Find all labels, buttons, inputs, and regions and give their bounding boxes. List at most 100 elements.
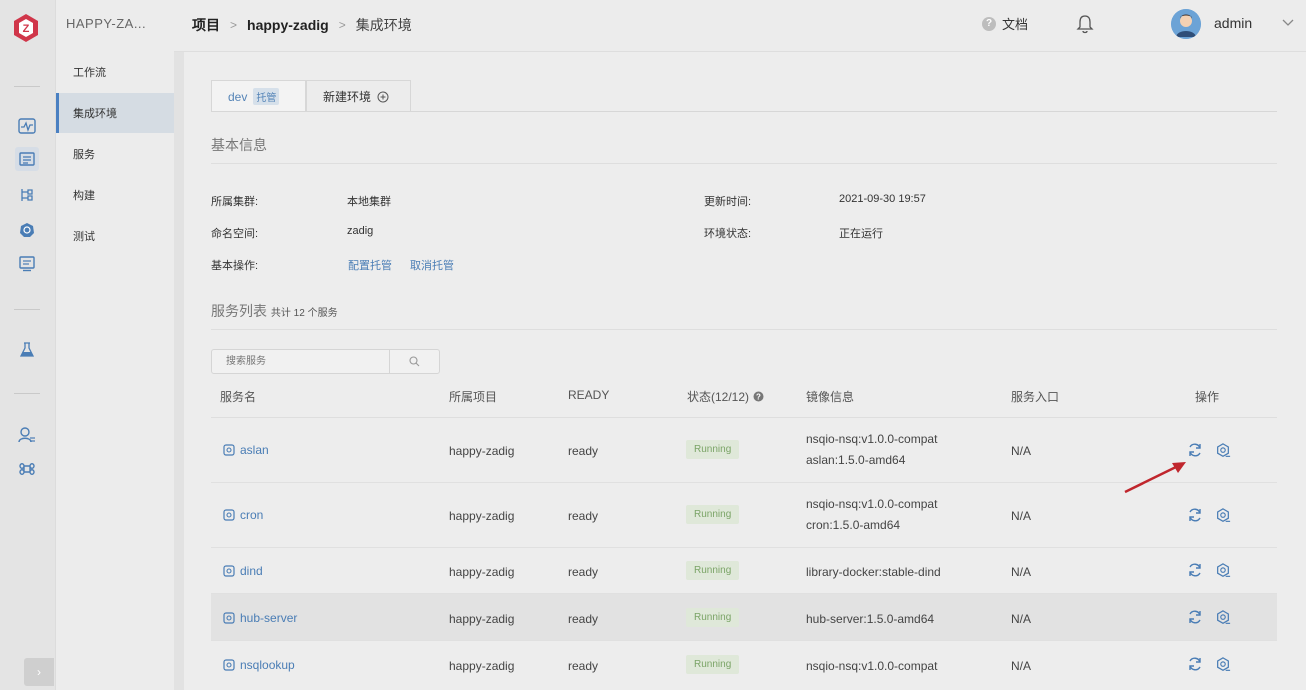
service-link[interactable]: nsqlookup — [223, 658, 295, 672]
rail-divider — [14, 393, 40, 394]
cluster-value: 本地集群 — [347, 196, 391, 208]
section-divider — [211, 329, 1277, 330]
service-link[interactable]: hub-server — [223, 611, 297, 625]
subnav-scrollbar[interactable] — [174, 52, 184, 690]
expand-sidebar-button[interactable]: › — [24, 658, 54, 686]
search-button[interactable] — [389, 350, 439, 373]
ready-cell: ready — [568, 612, 599, 626]
service-link[interactable]: dind — [223, 564, 263, 578]
service-count: 共计 12 个服务 — [270, 308, 338, 319]
gear-settings-icon[interactable] — [1215, 507, 1231, 523]
restart-icon[interactable] — [1187, 507, 1203, 523]
avatar[interactable] — [1171, 9, 1201, 39]
row-actions — [1187, 562, 1231, 578]
gear-settings-icon[interactable] — [1215, 442, 1231, 458]
status-badge: Running — [686, 655, 740, 674]
service-link[interactable]: cron — [223, 508, 263, 522]
kubernetes-icon[interactable] — [15, 218, 39, 242]
rail-divider — [14, 86, 40, 87]
subnav-label: 工作流 — [73, 67, 106, 79]
gear-settings-icon[interactable] — [1215, 609, 1231, 625]
zadig-logo-icon[interactable]: Z — [10, 12, 42, 44]
image-line: aslan:1.5.0-amd64 — [806, 453, 906, 467]
service-icon — [223, 444, 235, 456]
project-cell: happy-zadig — [449, 612, 515, 626]
ready-cell: ready — [568, 509, 599, 523]
image-line: nsqio-nsq:v1.0.0-compat — [806, 497, 938, 511]
subnav-item-workflow[interactable]: 工作流 — [56, 52, 174, 92]
subnav-item-service[interactable]: 服务 — [56, 134, 174, 174]
gear-settings-icon[interactable] — [1215, 562, 1231, 578]
status-badge: Running — [686, 561, 740, 580]
subnav-item-build[interactable]: 构建 — [56, 175, 174, 215]
image-line: nsqio-nsq:v1.0.0-compat — [806, 432, 938, 446]
user-manage-icon[interactable] — [15, 423, 39, 447]
breadcrumb: 项目 > happy-zadig > 集成环境 — [192, 15, 412, 35]
col-entry: 服务入口 — [1011, 390, 1060, 404]
configure-hosting-link[interactable]: 配置托管 — [348, 257, 392, 273]
cancel-hosting-link[interactable]: 取消托管 — [410, 257, 454, 273]
ops-label: 基本操作: — [211, 260, 259, 272]
env-status-label: 环境状态: — [704, 228, 752, 240]
basic-info-title: 基本信息 — [211, 137, 267, 153]
svg-text:?: ? — [756, 392, 761, 401]
service-icon — [223, 612, 235, 624]
templates-icon[interactable] — [15, 183, 39, 207]
projects-icon[interactable] — [15, 147, 39, 171]
search-icon — [409, 356, 420, 367]
delivery-icon[interactable] — [15, 252, 39, 276]
subnav-item-environment[interactable]: 集成环境 — [56, 93, 174, 133]
table-row: cron happy-zadig ready Running nsqio-nsq… — [211, 483, 1277, 548]
breadcrumb-separator: > — [230, 18, 238, 32]
service-icon — [223, 565, 235, 577]
search-input[interactable] — [212, 350, 389, 373]
restart-icon[interactable] — [1187, 656, 1203, 672]
image-cell: nsqio-nsq:v1.0.0-compat aslan:1.5.0-amd6… — [806, 429, 937, 471]
docs-link[interactable]: ? 文档 — [982, 14, 1028, 33]
entry-cell: N/A — [1011, 509, 1032, 523]
annotation-arrow-icon — [1124, 462, 1186, 494]
gear-settings-icon[interactable] — [1215, 656, 1231, 672]
env-tabs: dev 托管 新建环境 — [211, 80, 411, 112]
service-icon — [223, 509, 235, 521]
dashboard-icon[interactable] — [15, 114, 39, 138]
test-flask-icon[interactable] — [15, 338, 39, 362]
hosted-tag: 托管 — [253, 88, 280, 105]
plugin-command-icon[interactable] — [15, 457, 39, 481]
tab-new-environment[interactable]: 新建环境 — [306, 80, 411, 112]
breadcrumb-project[interactable]: happy-zadig — [247, 17, 329, 33]
tab-label: dev — [228, 89, 248, 104]
service-name: hub-server — [240, 611, 298, 625]
breadcrumb-projects[interactable]: 项目 — [192, 15, 220, 35]
service-icon — [223, 659, 235, 671]
image-line: cron:1.5.0-amd64 — [806, 518, 901, 532]
tab-dev[interactable]: dev 托管 — [211, 80, 306, 112]
image-cell: nsqio-nsq:v1.0.0-compat — [806, 659, 938, 673]
service-search — [211, 349, 440, 374]
chevron-right-icon: › — [37, 665, 41, 679]
help-icon: ? — [982, 16, 996, 31]
restart-icon[interactable] — [1187, 442, 1203, 458]
table-row: aslan happy-zadig ready Running nsqio-ns… — [211, 418, 1277, 483]
rail-divider — [14, 309, 40, 310]
chevron-down-icon[interactable] — [1282, 16, 1294, 30]
username[interactable]: admin — [1214, 15, 1252, 31]
status-badge: Running — [686, 440, 740, 459]
col-status: 状态(12/12) ? — [687, 388, 764, 405]
breadcrumb-separator: > — [338, 18, 346, 32]
restart-icon[interactable] — [1187, 609, 1203, 625]
bell-icon[interactable] — [1076, 14, 1094, 34]
ready-cell: ready — [568, 565, 599, 579]
project-cell: happy-zadig — [449, 509, 515, 523]
namespace-label: 命名空间: — [211, 228, 259, 240]
project-cell: happy-zadig — [449, 565, 515, 579]
help-circle-icon[interactable]: ? — [753, 391, 764, 402]
service-link[interactable]: aslan — [223, 443, 269, 457]
tabs-divider — [211, 111, 1277, 112]
tab-label: 新建环境 — [323, 90, 372, 104]
status-badge: Running — [686, 608, 740, 627]
subnav-item-test[interactable]: 测试 — [56, 216, 174, 256]
entry-cell: N/A — [1011, 565, 1032, 579]
service-list-heading: 服务列表 — [211, 303, 267, 319]
restart-icon[interactable] — [1187, 562, 1203, 578]
